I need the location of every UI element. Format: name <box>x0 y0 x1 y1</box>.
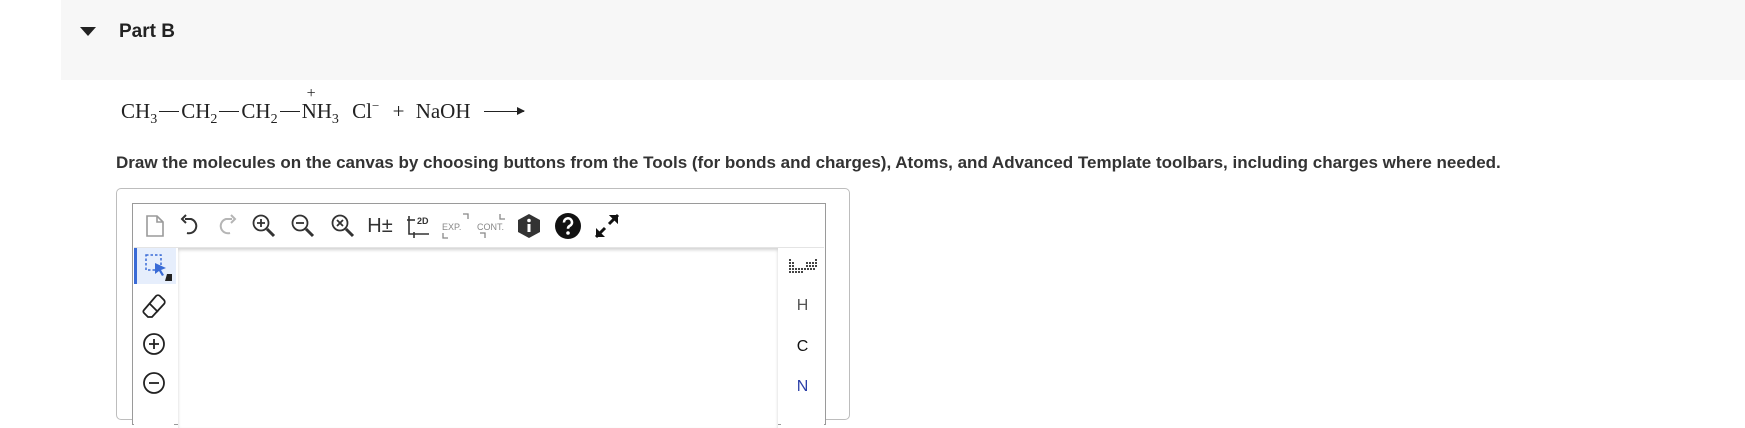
atom-carbon-button[interactable]: C <box>781 329 824 365</box>
molecule-editor: H± 2D EXP. CONT. H C N <box>132 203 826 428</box>
zoom-out-icon[interactable] <box>288 211 318 241</box>
negative-charge-icon[interactable] <box>136 365 172 401</box>
atoms-toolbar: H C N <box>781 248 824 428</box>
help-icon[interactable] <box>553 211 583 241</box>
fullscreen-icon[interactable] <box>592 211 622 241</box>
zoom-in-icon[interactable] <box>249 211 279 241</box>
ch2-group: CH2 <box>181 99 218 127</box>
part-title: Part B <box>119 21 175 42</box>
redo-icon[interactable] <box>212 211 242 241</box>
hydrogen-toggle-button[interactable]: H± <box>365 211 395 241</box>
atom-hydrogen-button[interactable]: H <box>781 288 824 324</box>
new-document-icon[interactable] <box>140 211 170 241</box>
drawing-canvas[interactable] <box>178 248 778 428</box>
expand-abbreviation-button[interactable]: EXP. <box>439 211 473 241</box>
nh3-group: + NH3 <box>301 85 339 127</box>
contract-abbreviation-button[interactable]: CONT. <box>476 211 512 241</box>
top-toolbar: H± 2D EXP. CONT. <box>134 205 824 248</box>
svg-text:2D: 2D <box>417 216 429 226</box>
instructions: Draw the molecules on the canvas by choo… <box>116 153 1501 172</box>
undo-icon[interactable] <box>175 211 205 241</box>
periodic-table-icon[interactable] <box>781 248 824 284</box>
plus-sign: + <box>392 99 405 123</box>
reaction-arrow-icon <box>483 107 525 115</box>
bond <box>219 111 240 112</box>
bond <box>279 111 300 112</box>
naoh: NaOH <box>415 99 471 123</box>
zoom-reset-icon[interactable] <box>328 211 358 241</box>
collapse-caret-icon[interactable] <box>80 27 96 36</box>
eraser-icon[interactable] <box>136 287 172 323</box>
ch2-group: CH2 <box>241 99 278 127</box>
reaction-equation: CH3 CH2 CH2 + NH3 Cl− + NaOH <box>121 85 525 139</box>
bond <box>159 111 180 112</box>
clean-2d-icon[interactable]: 2D <box>404 211 434 241</box>
tools-toolbar <box>134 248 176 428</box>
select-tool-icon[interactable] <box>134 248 176 284</box>
chloride: Cl− <box>352 98 380 123</box>
part-header[interactable] <box>61 0 1745 80</box>
positive-charge-icon[interactable] <box>136 326 172 362</box>
info-icon[interactable] <box>514 211 544 241</box>
svg-text:CONT.: CONT. <box>477 222 504 232</box>
ch3-group: CH3 <box>121 99 158 127</box>
svg-text:EXP.: EXP. <box>442 222 461 232</box>
